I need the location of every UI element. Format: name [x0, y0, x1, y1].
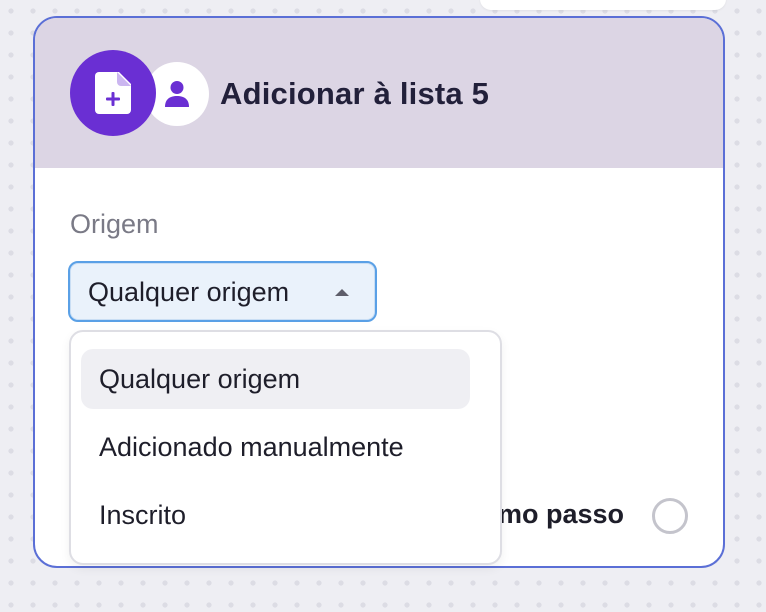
- card-title: Adicionar à lista 5: [220, 76, 490, 111]
- dropdown-option-added-manually[interactable]: Adicionado manualmente: [81, 417, 470, 477]
- card-header: Adicionar à lista 5: [35, 18, 723, 168]
- add-to-list-document-icon: [70, 50, 156, 136]
- adjacent-card-fragment: [480, 0, 726, 10]
- caret-up-icon: [335, 289, 349, 296]
- origin-dropdown-menu: Qualquer origem Adicionado manualmente I…: [69, 330, 502, 565]
- next-step-label: mo passo: [498, 499, 625, 529]
- dropdown-option-any-origin[interactable]: Qualquer origem: [81, 349, 470, 409]
- next-step-radio[interactable]: [652, 498, 688, 534]
- origin-field-label: Origem: [70, 209, 159, 239]
- dropdown-option-subscribed[interactable]: Inscrito: [81, 485, 470, 545]
- origin-select-value: Qualquer origem: [88, 277, 290, 307]
- origin-select[interactable]: Qualquer origem: [68, 261, 377, 322]
